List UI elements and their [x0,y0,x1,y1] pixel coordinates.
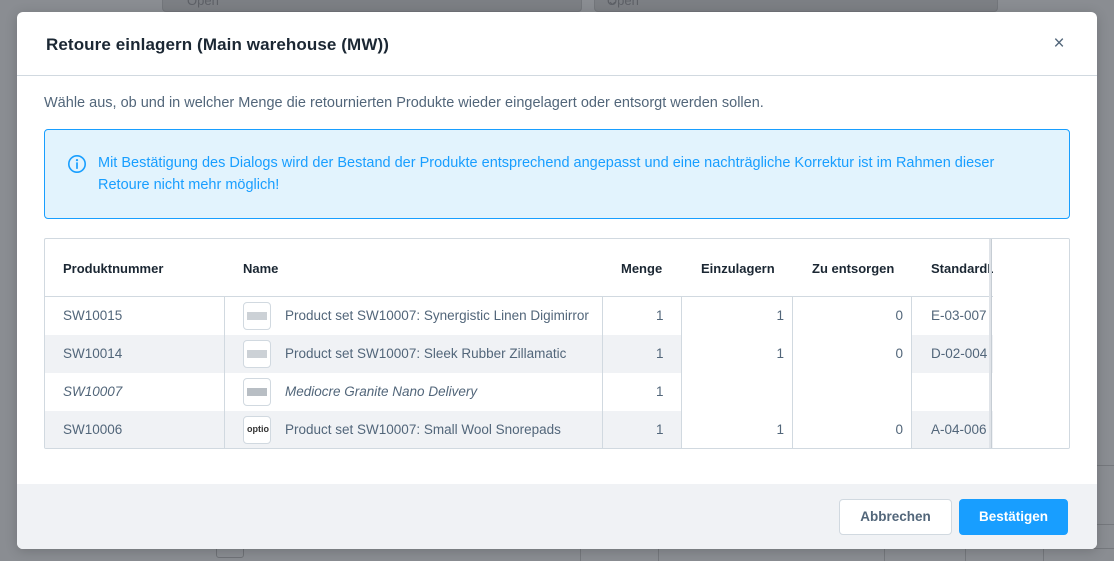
dispose-quantity-cell [792,373,912,411]
table-row: SW10014 Product set SW10007: Sleek Rubbe… [45,335,1069,373]
background-table-edge [196,548,1114,561]
status-select-background: Open [162,0,582,12]
quantity-value: 1 [656,346,664,361]
product-name: Product set SW10007: Small Wool Snorepad… [285,422,561,437]
default-location: D-02-004 [931,346,988,361]
products-data-grid: Produktnummer Name Menge Einzulagern Zu … [44,238,1070,449]
product-thumbnail: optio [243,416,271,444]
product-thumbnail [243,378,271,406]
column-header-to-restock[interactable]: Einzulagern [701,261,775,276]
restock-quantity-cell [681,373,793,411]
return-stock-modal: Retoure einlagern (Main warehouse (MW)) … [17,12,1097,549]
column-header-product-number[interactable]: Produktnummer [63,261,163,276]
product-number: SW10007 [63,384,123,399]
quantity-value: 1 [656,308,664,323]
dispose-quantity-input[interactable]: 0 [792,411,912,448]
default-location: A-04-006 [931,422,987,437]
info-circle-icon [68,155,86,173]
column-header-quantity[interactable]: Menge [621,261,662,276]
alert-text: Mit Bestätigung des Dialogs wird der Bes… [98,155,995,193]
status-select-value: Open [187,0,219,8]
restock-quantity-input[interactable]: 1 [681,297,793,335]
table-row: SW10006 optio Product set SW10007: Small… [45,411,1069,448]
product-name: Mediocre Granite Nano Delivery [285,384,478,399]
product-name: Product set SW10007: Sleek Rubber Zillam… [285,346,567,361]
confirm-button[interactable]: Bestätigen [959,499,1068,535]
status-select-background-right: Open ⌄ [594,0,998,12]
product-number: SW10014 [63,346,123,361]
product-number: SW10015 [63,308,123,323]
modal-footer: Abbrechen Bestätigen [17,484,1097,549]
restock-quantity-input[interactable]: 1 [681,335,793,373]
product-thumbnail [243,340,271,368]
column-header-to-dispose[interactable]: Zu entsorgen [812,261,894,276]
cancel-button[interactable]: Abbrechen [839,499,952,535]
product-thumbnail [243,302,271,330]
column-header-name[interactable]: Name [243,261,278,276]
quantity-value: 1 [656,422,664,437]
column-divider [224,297,225,448]
table-row: SW10015 Product set SW10007: Synergistic… [45,297,1069,335]
table-row: SW10007 Mediocre Granite Nano Delivery 1 [45,373,1069,411]
column-overflow-area [993,239,1069,448]
modal-header: Retoure einlagern (Main warehouse (MW)) … [17,12,1097,76]
product-number: SW10006 [63,422,123,437]
close-icon[interactable]: × [1049,34,1069,54]
chevron-down-icon: ⌄ [607,0,618,8]
dispose-quantity-input[interactable]: 0 [792,297,912,335]
default-location: E-03-007 [931,308,987,323]
quantity-value: 1 [656,384,664,399]
modal-description: Wähle aus, ob und in welcher Menge die r… [44,95,764,111]
modal-body: Wähle aus, ob und in welcher Menge die r… [17,95,1097,449]
grid-header: Produktnummer Name Menge Einzulagern Zu … [45,239,1069,297]
info-alert: Mit Bestätigung des Dialogs wird der Bes… [44,129,1070,219]
dispose-quantity-input[interactable]: 0 [792,335,912,373]
modal-title: Retoure einlagern (Main warehouse (MW)) [46,35,389,54]
column-divider [602,297,603,448]
column-header-default-location[interactable]: StandardL [931,261,995,276]
restock-quantity-input[interactable]: 1 [681,411,793,448]
product-name: Product set SW10007: Synergistic Linen D… [285,308,589,323]
horizontal-scroll-edge[interactable] [989,239,992,448]
